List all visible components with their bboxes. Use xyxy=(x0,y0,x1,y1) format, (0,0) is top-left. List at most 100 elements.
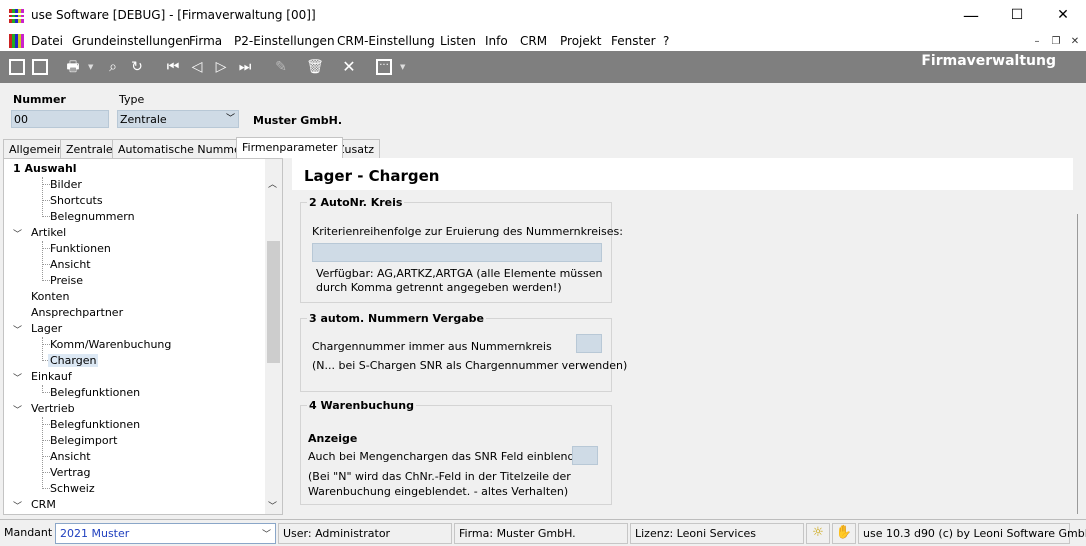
mdi-close-button[interactable]: ✕ xyxy=(1067,34,1083,49)
tree-item-shortcuts[interactable]: Shortcuts xyxy=(50,194,103,207)
tree-item-konten[interactable]: Konten xyxy=(31,290,69,303)
menu-info[interactable]: Info xyxy=(485,34,508,48)
tree-scrollbar[interactable]: ︿ ﹀ xyxy=(265,159,282,514)
tree-line xyxy=(42,248,50,249)
maximize-button[interactable]: ☐ xyxy=(994,0,1040,31)
panel-splitter[interactable] xyxy=(1077,214,1086,514)
tree-line xyxy=(42,417,43,489)
more-dropdown-icon[interactable]: ▼ xyxy=(400,63,405,71)
status-version: use 10.3 d90 (c) by Leoni Software GmbH xyxy=(858,523,1086,544)
nummer-label: Nummer xyxy=(13,93,66,106)
tree-item-einkauf[interactable]: Einkauf xyxy=(31,370,72,383)
tree-item-belegimport[interactable]: Belegimport xyxy=(50,434,117,447)
tree-item-crm[interactable]: CRM xyxy=(31,498,56,511)
mdi-restore-button[interactable]: ❐ xyxy=(1048,34,1064,49)
tree-line xyxy=(42,200,50,201)
tree-line xyxy=(42,392,50,393)
tree-item-belegnummern[interactable]: Belegnummern xyxy=(50,210,135,223)
print-icon[interactable]: 🖶 xyxy=(64,58,82,76)
more-icon[interactable]: ··· xyxy=(376,59,392,75)
last-record-icon[interactable]: ⏭ xyxy=(236,58,254,76)
tree-item-vertrag[interactable]: Vertrag xyxy=(50,466,91,479)
tree-item-komm-warenbuchung[interactable]: Komm/Warenbuchung xyxy=(50,338,171,351)
tree-item-bilder[interactable]: Bilder xyxy=(50,178,82,191)
delete-icon[interactable]: 🗑 xyxy=(306,58,324,76)
chevron-down-icon[interactable]: ﹀ xyxy=(262,527,271,540)
refresh-icon[interactable]: ↻ xyxy=(128,58,146,76)
status-bar: Mandant 2021 Muster ﹀ User: Administrato… xyxy=(0,519,1086,546)
menu-firma[interactable]: Firma xyxy=(189,34,222,48)
cancel-icon[interactable]: ✕ xyxy=(340,58,358,76)
menu-crm[interactable]: CRM xyxy=(520,34,547,48)
edit-icon[interactable]: ✎ xyxy=(272,58,290,76)
new-icon[interactable] xyxy=(9,59,25,75)
parameter-panel: Lager - Chargen 2 AutoNr. Kreis Kriterie… xyxy=(292,158,1073,515)
tree-line xyxy=(42,337,43,361)
mdi-minimize-button[interactable]: – xyxy=(1029,34,1045,49)
snr-field-label: Auch bei Mengenchargen das SNR Feld einb… xyxy=(308,450,589,463)
menu-p2-einstellungen[interactable]: P2-Einstellungen xyxy=(234,34,335,48)
chevron-down-icon[interactable]: ﹀ xyxy=(13,323,22,336)
menu-help[interactable]: ? xyxy=(663,34,669,48)
menu-crm-einstellung[interactable]: CRM-Einstellung xyxy=(337,34,435,48)
anzeige-subtitle: Anzeige xyxy=(308,432,358,445)
app-menu-icon[interactable] xyxy=(9,34,24,48)
status-firma: Firma: Muster GmbH. xyxy=(454,523,628,544)
tree-line xyxy=(42,488,50,489)
tree-item-vertrieb-belegfunktionen[interactable]: Belegfunktionen xyxy=(50,418,140,431)
tree-line xyxy=(42,216,50,217)
chevron-down-icon[interactable]: ﹀ xyxy=(13,227,22,240)
scroll-up-icon[interactable]: ︿ xyxy=(268,177,277,190)
tree-item-schweiz[interactable]: Schweiz xyxy=(50,482,95,495)
tree-item-funktionen[interactable]: Funktionen xyxy=(50,242,111,255)
tree-line xyxy=(42,264,50,265)
next-record-icon[interactable]: ▷ xyxy=(212,58,230,76)
tree-root[interactable]: 1 Auswahl xyxy=(13,162,77,175)
print-dropdown-icon[interactable]: ▼ xyxy=(88,63,93,71)
snr-field-input[interactable] xyxy=(572,446,598,465)
scroll-down-icon[interactable]: ﹀ xyxy=(268,499,277,512)
scrollbar-thumb[interactable] xyxy=(267,241,280,363)
criteria-label: Kriterienreihenfolge zur Eruierung des N… xyxy=(312,225,623,238)
type-label: Type xyxy=(119,93,145,106)
menu-datei[interactable]: Datei xyxy=(31,34,63,48)
menu-listen[interactable]: Listen xyxy=(440,34,476,48)
tab-firmenparameter[interactable]: Firmenparameter xyxy=(236,137,344,158)
chevron-down-icon[interactable]: ﹀ xyxy=(226,113,235,126)
tree-item-ansprechpartner[interactable]: Ansprechpartner xyxy=(31,306,123,319)
menu-bar: Datei Grundeinstellungen Firma P2-Einste… xyxy=(0,31,1086,51)
tree-item-einkauf-belegfunktionen[interactable]: Belegfunktionen xyxy=(50,386,140,399)
first-record-icon[interactable]: ⏮ xyxy=(164,58,182,76)
criteria-input[interactable] xyxy=(312,243,602,262)
previous-record-icon[interactable]: ◁ xyxy=(188,58,206,76)
menu-grundeinstellungen[interactable]: Grundeinstellungen xyxy=(72,34,190,48)
type-select[interactable]: Zentrale ﹀ xyxy=(117,110,239,128)
tree-item-ansicht[interactable]: Ansicht xyxy=(50,258,91,271)
tree-line xyxy=(42,184,50,185)
tree-item-chargen[interactable]: Chargen xyxy=(48,354,99,367)
tree-item-preise[interactable]: Preise xyxy=(50,274,83,287)
mandant-select[interactable]: 2021 Muster ﹀ xyxy=(55,523,276,544)
minimize-button[interactable]: — xyxy=(948,0,994,31)
sun-icon[interactable]: ☼ xyxy=(806,523,830,544)
tree-item-artikel[interactable]: Artikel xyxy=(31,226,66,239)
close-button[interactable]: ✕ xyxy=(1040,0,1086,31)
group-autom-nummern-vergabe: 3 autom. Nummern Vergabe Chargennummer i… xyxy=(300,312,627,392)
handshake-icon[interactable]: ✋ xyxy=(832,523,856,544)
chargennummer-input[interactable] xyxy=(576,334,602,353)
chevron-down-icon[interactable]: ﹀ xyxy=(13,499,22,512)
tree-item-lager[interactable]: Lager xyxy=(31,322,62,335)
save-icon[interactable] xyxy=(32,59,48,75)
group-title: 2 AutoNr. Kreis xyxy=(307,196,405,209)
tree-item-vertrieb-ansicht[interactable]: Ansicht xyxy=(50,450,91,463)
search-icon[interactable]: ⌕ xyxy=(104,58,122,76)
chevron-down-icon[interactable]: ﹀ xyxy=(13,371,22,384)
tab-zentrale[interactable]: Zentrale xyxy=(60,139,119,158)
menu-fenster[interactable]: Fenster xyxy=(611,34,656,48)
group-autonr-kreis: 2 AutoNr. Kreis Kriterienreihenfolge zur… xyxy=(300,196,623,303)
menu-projekt[interactable]: Projekt xyxy=(560,34,601,48)
chevron-down-icon[interactable]: ﹀ xyxy=(13,403,22,416)
nummer-input[interactable]: 00 xyxy=(11,110,109,128)
tree-item-vertrieb[interactable]: Vertrieb xyxy=(31,402,75,415)
app-icon xyxy=(9,9,24,23)
